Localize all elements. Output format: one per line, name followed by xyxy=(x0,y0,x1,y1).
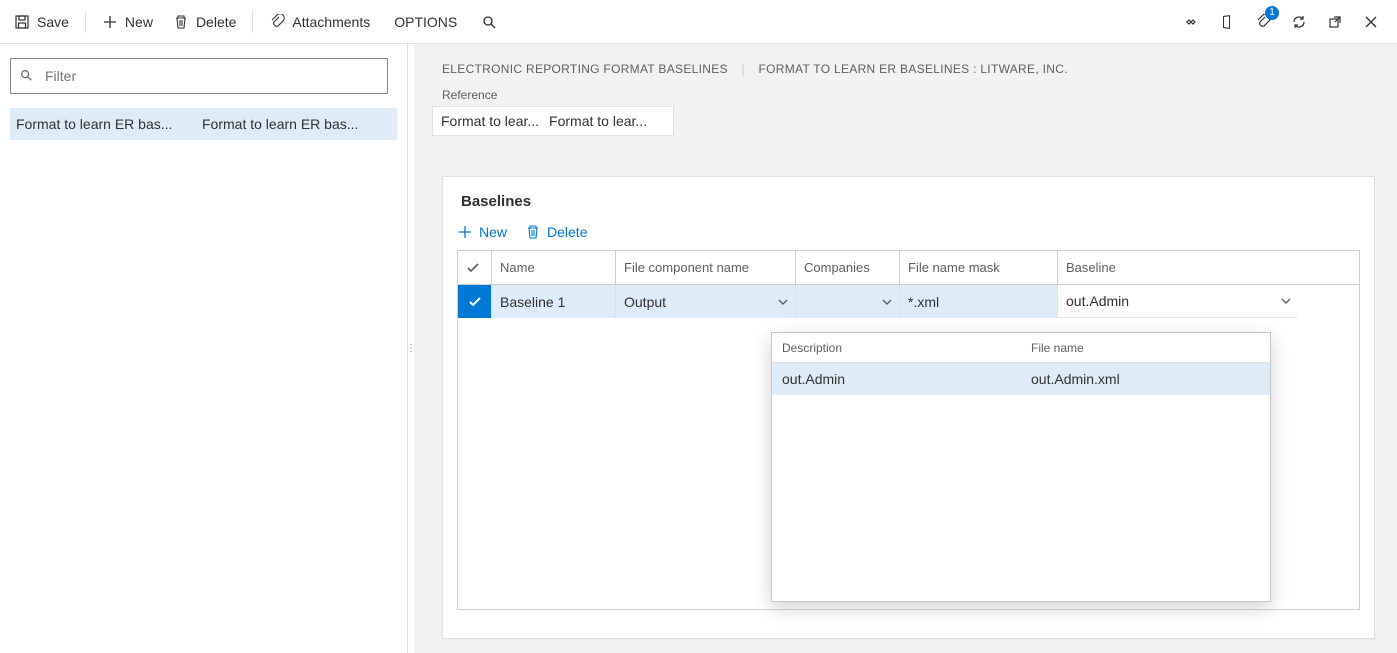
separator xyxy=(85,11,86,33)
grid-header-select[interactable] xyxy=(458,251,492,284)
grid-header-companies[interactable]: Companies xyxy=(796,251,900,284)
reference-field[interactable]: Format to lear... Format to lear... xyxy=(432,106,674,136)
find-button[interactable] xyxy=(471,6,507,38)
breadcrumb-leaf: FORMAT TO LEARN ER BASELINES : LITWARE, … xyxy=(759,62,1068,76)
office-icon xyxy=(1219,14,1235,30)
grid-header-file-component[interactable]: File component name xyxy=(616,251,796,284)
office-button[interactable] xyxy=(1209,4,1245,40)
flyout-row[interactable]: out.Admin out.Admin.xml xyxy=(772,363,1270,395)
attachments-button[interactable]: Attachments xyxy=(259,6,380,38)
flyout-cell-description: out.Admin xyxy=(772,363,1021,395)
paperclip-icon xyxy=(269,14,285,30)
grid-delete-label: Delete xyxy=(547,224,587,240)
doc-attachments-button[interactable]: 1 xyxy=(1245,4,1281,40)
save-label: Save xyxy=(37,14,69,30)
chevron-down-icon xyxy=(881,296,893,308)
navigation-list-panel: Format to learn ER bas... Format to lear… xyxy=(0,44,408,653)
close-button[interactable] xyxy=(1353,4,1389,40)
plus-icon xyxy=(102,14,118,30)
cell-companies[interactable] xyxy=(796,285,900,318)
list-item[interactable]: Format to learn ER bas... Format to lear… xyxy=(10,108,397,140)
cell-mask[interactable]: *.xml xyxy=(900,285,1058,318)
refresh-icon xyxy=(1291,14,1307,30)
filter-input-wrapper[interactable] xyxy=(10,58,388,94)
trash-icon xyxy=(525,224,541,240)
attachments-label: Attachments xyxy=(292,14,370,30)
chevron-down-icon xyxy=(1280,295,1292,307)
reference-block: Reference Format to lear... Format to le… xyxy=(414,76,1397,136)
grid-header-mask[interactable]: File name mask xyxy=(900,251,1058,284)
grid-new-label: New xyxy=(479,224,507,240)
filter-input[interactable] xyxy=(43,67,379,85)
nav-item-col2: Format to learn ER bas... xyxy=(202,116,391,132)
breadcrumb: ELECTRONIC REPORTING FORMAT BASELINES | … xyxy=(414,44,1397,76)
card-title: Baselines xyxy=(443,177,1374,220)
options-button[interactable]: OPTIONS xyxy=(380,6,471,38)
card-actions: New Delete xyxy=(443,220,1374,250)
cell-file-component[interactable]: Output xyxy=(616,285,796,318)
nav-item-col1: Format to learn ER bas... xyxy=(16,116,186,132)
search-icon xyxy=(481,14,497,30)
grid-header-row: Name File component name Companies File … xyxy=(458,251,1359,285)
plus-icon xyxy=(457,224,473,240)
detail-pane: ELECTRONIC REPORTING FORMAT BASELINES | … xyxy=(414,44,1397,653)
reference-value-1: Format to lear... xyxy=(441,113,539,129)
grid-header-baseline[interactable]: Baseline xyxy=(1058,251,1298,284)
close-icon xyxy=(1364,15,1378,29)
popout-icon xyxy=(1327,14,1343,30)
save-icon xyxy=(14,14,30,30)
chevron-down-icon xyxy=(777,296,789,308)
filter-icon xyxy=(19,68,35,84)
table-row[interactable]: Baseline 1 Output *.xml xyxy=(458,285,1359,318)
delete-button[interactable]: Delete xyxy=(163,6,246,38)
grid-delete-button[interactable]: Delete xyxy=(525,224,587,240)
trace-button[interactable] xyxy=(1173,4,1209,40)
main-split: Format to learn ER bas... Format to lear… xyxy=(0,44,1397,653)
flyout-header: Description File name xyxy=(772,333,1270,363)
flyout-header-filename[interactable]: File name xyxy=(1021,333,1270,362)
baseline-lookup-flyout: Description File name out.Admin out.Admi… xyxy=(771,332,1271,602)
flyout-cell-filename: out.Admin.xml xyxy=(1021,363,1270,395)
action-pane: Save New Delete Attachments OPTIONS xyxy=(0,0,1397,44)
options-label: OPTIONS xyxy=(394,14,457,30)
diamond-icon xyxy=(1183,14,1199,30)
popout-button[interactable] xyxy=(1317,4,1353,40)
save-button[interactable]: Save xyxy=(4,6,79,38)
breadcrumb-root[interactable]: ELECTRONIC REPORTING FORMAT BASELINES xyxy=(442,62,728,76)
delete-label: Delete xyxy=(196,14,236,30)
separator xyxy=(252,11,253,33)
flyout-header-description[interactable]: Description xyxy=(772,333,1021,362)
notification-badge: 1 xyxy=(1265,6,1279,20)
row-select-cell[interactable] xyxy=(458,285,492,318)
reference-label: Reference xyxy=(442,88,1397,102)
navigation-list: Format to learn ER bas... Format to lear… xyxy=(10,108,397,140)
reference-value-2: Format to lear... xyxy=(549,113,647,129)
new-button[interactable]: New xyxy=(92,6,163,38)
refresh-button[interactable] xyxy=(1281,4,1317,40)
cell-baseline[interactable]: out.Admin xyxy=(1058,285,1298,318)
cell-name[interactable]: Baseline 1 xyxy=(492,285,616,318)
grid-header-name[interactable]: Name xyxy=(492,251,616,284)
grid-new-button[interactable]: New xyxy=(457,224,507,240)
breadcrumb-separator: | xyxy=(741,62,744,76)
trash-icon xyxy=(173,14,189,30)
new-label: New xyxy=(125,14,153,30)
